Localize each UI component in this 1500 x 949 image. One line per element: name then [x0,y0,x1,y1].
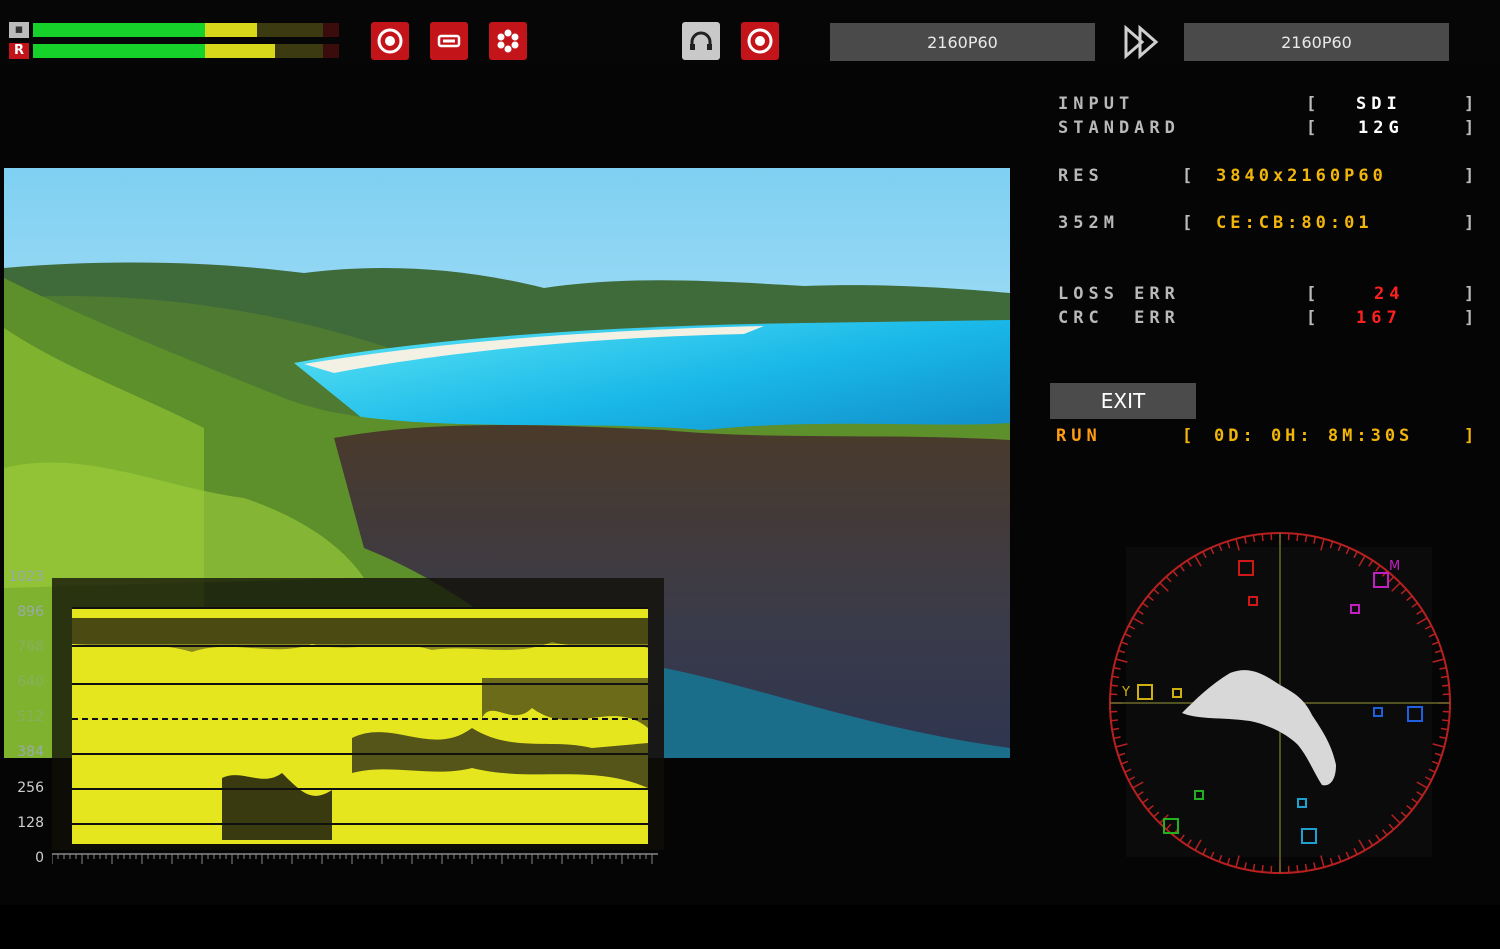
fast-forward-icon [1122,24,1162,64]
hdmi-button[interactable] [430,22,468,60]
run-label: RUN [1056,426,1102,446]
meter-yellow-segment [205,44,275,58]
res-value: 3840x2160P60 [1216,166,1387,186]
settings-icon [377,28,403,54]
target-button[interactable] [741,22,779,60]
vectorscope-y-label: Y [1121,685,1130,700]
headphone-button[interactable] [682,22,720,60]
s352m-bracket-open: [ [1182,213,1198,233]
audio-flower-icon [497,29,519,53]
s352m-label: 352M [1058,213,1119,233]
waveform-scale-256: 256 [17,780,44,796]
vectorscope-m-label: M [1389,559,1400,574]
input-value: SDI [1356,94,1402,114]
waveform-scale-128: 128 [17,815,44,831]
hdmi-port-icon [437,34,461,48]
input-format-display[interactable]: 2160P60 [830,23,1095,61]
loss-bracket-open: [ [1306,284,1322,304]
crc-err-value: 167 [1356,308,1402,328]
crc-bracket-open: [ [1306,308,1322,328]
crc-bracket-close: ] [1464,308,1480,328]
waveform-scale-896: 896 [17,604,44,620]
channel-r-label: R [9,43,29,59]
run-bracket-close: ] [1464,426,1480,446]
standard-bracket-close: ] [1464,118,1480,138]
meter-peak-segment [323,44,339,58]
settings-button[interactable] [371,22,409,60]
waveform-monitor [52,578,664,857]
meter-green-segment [33,44,205,58]
input-label: INPUT [1058,94,1135,114]
vectorscope: Y M [1100,525,1460,885]
audio-meter-left [33,23,339,37]
waveform-ticks [51,850,658,866]
res-bracket-open: [ [1182,166,1198,186]
res-bracket-close: ] [1464,166,1480,186]
meter-headroom-segment [275,44,323,58]
waveform-scale-0: 0 [35,850,44,866]
standard-value: 12G [1358,118,1404,138]
headphone-icon [690,31,712,50]
waveform-scale-384: 384 [17,744,44,760]
output-format-display[interactable]: 2160P60 [1184,23,1449,61]
s352m-bracket-close: ] [1464,213,1480,233]
standard-label: STANDARD [1058,118,1180,138]
s352m-value: CE:CB:80:01 [1216,213,1373,233]
res-label: RES [1058,166,1104,186]
loss-err-value: 24 [1374,284,1405,304]
meter-green-segment [33,23,205,37]
meter-yellow-segment [205,23,257,37]
run-time-value: 0D: 0H: 8M:30S [1214,426,1414,446]
audio-meter-right [33,44,339,58]
waveform-scale-512: 512 [17,709,44,725]
target-icon [747,28,773,54]
waveform-scale-640: 640 [17,674,44,690]
meter-peak-segment [323,23,339,37]
channel-l-label: ▪ [9,22,29,38]
loss-err-label: LOSS ERR [1058,284,1180,304]
audio-button[interactable] [489,22,527,60]
input-bracket-close: ] [1464,94,1480,114]
input-bracket-open: [ [1306,94,1322,114]
waveform-scale-768: 768 [17,639,44,655]
bottom-bar [0,905,1500,949]
standard-bracket-open: [ [1306,118,1322,138]
loss-bracket-close: ] [1464,284,1480,304]
waveform-scale-1023: 1023 [8,569,44,585]
run-bracket-open: [ [1182,426,1198,446]
crc-err-label: CRC ERR [1058,308,1180,328]
meter-headroom-segment [257,23,323,37]
exit-button[interactable]: EXIT [1050,383,1196,419]
